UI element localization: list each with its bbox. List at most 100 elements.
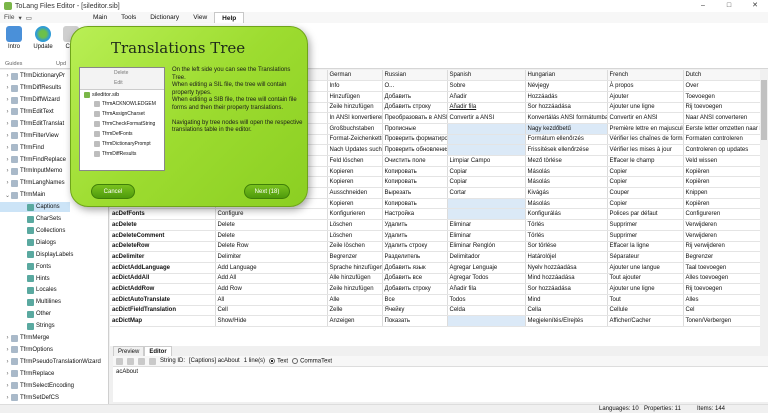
tree-item[interactable]: › TfrmMerge xyxy=(0,333,108,344)
table-row[interactable]: acDictMap Show/Hide Anzeigen Показать Megjel… xyxy=(110,315,761,327)
cell-english[interactable]: Cell xyxy=(215,305,328,317)
cell-translation[interactable]: Kopieren xyxy=(327,176,383,189)
cell-translation[interactable]: Format-Zeichenkette xyxy=(327,134,383,146)
cell-translation[interactable]: Agregar Lenguaje xyxy=(447,262,526,274)
tree-item[interactable]: Other xyxy=(0,309,108,320)
folder-icon[interactable]: ▭ xyxy=(26,14,32,22)
expander-icon[interactable]: › xyxy=(4,180,11,186)
column-header-dutch[interactable]: Dutch xyxy=(683,70,761,82)
cell-translation[interactable]: Veld wissen xyxy=(683,155,761,167)
cell-translation[interactable]: Вырезать xyxy=(382,187,448,199)
tree-item[interactable]: › TfrmReplace xyxy=(0,369,108,380)
cell-translation[interactable]: Преобразовать в ANSI xyxy=(382,112,448,124)
cell-translation[interactable]: Tonen/Verbergen xyxy=(683,315,761,327)
column-header-spanish[interactable]: Spanish xyxy=(447,70,526,82)
cell-translation[interactable]: Másolás xyxy=(525,176,608,189)
cell-translation[interactable]: Cortar xyxy=(447,187,526,199)
cell-translation[interactable]: Eliminar xyxy=(447,219,526,231)
cell-key[interactable]: acDelete xyxy=(110,219,216,231)
cell-translation[interactable]: Convertir a ANSI xyxy=(447,112,526,124)
menu-view[interactable]: View xyxy=(186,12,214,23)
cell-translation[interactable]: Удалить строку xyxy=(382,241,448,253)
cell-key[interactable]: acDelimiter xyxy=(110,251,216,263)
cell-translation[interactable]: Ajouter une ligne xyxy=(607,102,684,114)
cell-key[interactable]: acDictFieldTranslation xyxy=(110,305,216,317)
cell-translation[interactable]: Проверить обновления xyxy=(382,144,448,156)
cell-translation[interactable]: Показать xyxy=(382,315,448,327)
cell-translation[interactable]: Alle xyxy=(327,294,383,306)
cell-translation[interactable]: Celda xyxy=(447,305,526,317)
cell-key[interactable]: acDictAddLanguage xyxy=(110,262,216,274)
cell-translation[interactable]: Copier xyxy=(607,198,684,210)
cell-translation[interactable]: Cella xyxy=(525,305,608,317)
cell-translation[interactable]: Begrenzer xyxy=(683,251,761,263)
cell-translation[interactable]: Разделитель xyxy=(382,251,448,263)
cell-translation[interactable]: Sprache hinzufügen xyxy=(327,262,383,274)
menu-help[interactable]: Help xyxy=(214,11,245,24)
cell-key[interactable]: acDefFonts xyxy=(110,208,216,221)
cell-translation[interactable]: Ajouter xyxy=(607,91,684,103)
undo-icon[interactable] xyxy=(116,357,123,365)
tree-item[interactable]: Strings xyxy=(0,321,108,332)
cell-translation[interactable]: Megjelenítés/Elrejtés xyxy=(525,315,608,327)
cell-translation[interactable]: Hinzufügen xyxy=(327,91,383,103)
cell-translation[interactable]: Очистить поле xyxy=(382,155,448,167)
menu-main[interactable]: Main xyxy=(86,12,114,23)
cell-translation[interactable]: Kivágás xyxy=(525,187,608,199)
cell-translation[interactable]: Eliminar Renglón xyxy=(447,241,526,253)
cell-key[interactable]: acDictAutoTranslate xyxy=(110,294,216,306)
table-row[interactable]: acDictAutoTranslate All Alle Все Todos Mind To… xyxy=(110,294,761,306)
cell-translation[interactable]: Настройка xyxy=(382,208,448,221)
tab-preview[interactable]: Preview xyxy=(113,346,145,356)
cell-translation[interactable]: Másolás xyxy=(525,198,608,210)
cell-translation[interactable] xyxy=(447,315,526,327)
update-button[interactable]: Update xyxy=(30,26,56,50)
cell-translation[interactable]: Nyelv hozzáadása xyxy=(525,262,608,274)
cell-translation[interactable]: Konfigurieren xyxy=(327,208,383,221)
tree-item[interactable]: Hints xyxy=(0,273,108,284)
cell-translation[interactable]: Прописные xyxy=(382,123,448,135)
cell-translation[interactable]: Vérifier les chaînes de format xyxy=(607,134,684,146)
cell-translation[interactable]: Alles xyxy=(683,294,761,306)
expander-icon[interactable]: › xyxy=(4,395,11,401)
cell-translation[interactable]: Over xyxy=(683,80,761,92)
expander-icon[interactable]: › xyxy=(4,347,11,353)
cell-translation[interactable] xyxy=(447,144,526,156)
table-row[interactable]: acDictFieldTranslation Cell Zelle Ячейку Cel… xyxy=(110,305,761,317)
tree-item[interactable]: Dialogs xyxy=(0,238,108,249)
cell-translation[interactable]: Polices par défaut xyxy=(607,208,684,221)
cell-translation[interactable]: Kopieren xyxy=(327,166,383,178)
cell-translation[interactable]: Controleren op updates xyxy=(683,144,761,156)
cell-translation[interactable]: Supprimer xyxy=(607,219,684,231)
cell-translation[interactable]: Ячейку xyxy=(382,305,448,317)
tree-item[interactable]: › TfrmOptions xyxy=(0,345,108,356)
table-row[interactable]: acDelete Delete Löschen Удалить Eliminar Törl… xyxy=(110,219,761,231)
cell-translation[interactable]: Formaten controleren xyxy=(683,134,761,146)
menu-tools[interactable]: Tools xyxy=(114,12,143,23)
cell-translation[interactable]: Ajouter une ligne xyxy=(607,283,684,295)
close-button[interactable]: ✕ xyxy=(742,0,768,12)
cell-english[interactable]: Delimiter xyxy=(215,251,328,263)
cell-translation[interactable]: Copier xyxy=(607,166,684,178)
cell-english[interactable]: Add All xyxy=(215,273,328,285)
expander-icon[interactable]: › xyxy=(4,157,11,163)
expander-icon[interactable]: › xyxy=(4,97,11,103)
cell-translation[interactable]: Добавить xyxy=(382,91,448,103)
expander-icon[interactable]: › xyxy=(4,168,11,174)
cell-english[interactable]: Add Language xyxy=(215,262,328,274)
cell-translation[interactable]: Verwijderen xyxy=(683,230,761,242)
cell-translation[interactable]: Supprimer xyxy=(607,230,684,242)
cell-translation[interactable]: Mező törlése xyxy=(525,155,608,167)
expander-icon[interactable]: › xyxy=(4,121,11,127)
minimize-button[interactable]: – xyxy=(690,0,716,12)
expander-icon[interactable]: › xyxy=(4,133,11,139)
cell-translation[interactable]: О... xyxy=(382,80,448,92)
cell-translation[interactable] xyxy=(447,123,526,135)
cell-translation[interactable]: Afficher/Cacher xyxy=(607,315,684,327)
cell-translation[interactable]: Löschen xyxy=(327,230,383,242)
cell-translation[interactable]: Knippen xyxy=(683,187,761,199)
cell-translation[interactable]: Vérifier les mises à jour xyxy=(607,144,684,156)
cell-translation[interactable]: Zeile hinzufügen xyxy=(327,102,383,114)
expander-icon[interactable]: › xyxy=(4,85,11,91)
cell-translation[interactable]: Delimitador xyxy=(447,251,526,263)
